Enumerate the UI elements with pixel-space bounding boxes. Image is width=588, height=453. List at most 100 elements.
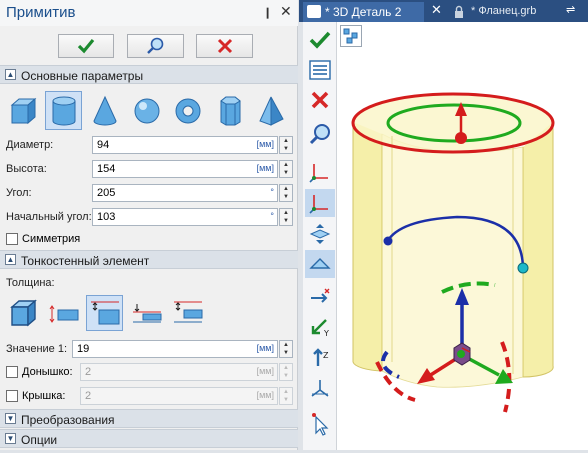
- lid-checkbox[interactable]: [6, 390, 18, 402]
- cancel-button[interactable]: [196, 34, 253, 58]
- check-icon: [77, 38, 95, 54]
- section-basic-params[interactable]: ▲ Основные параметры: [0, 65, 298, 84]
- diameter-spinner[interactable]: ▲ ▼: [279, 136, 293, 154]
- tool-axes-button[interactable]: [305, 374, 335, 402]
- section-basic-label: Основные параметры: [21, 69, 144, 83]
- height-value: 154: [97, 163, 116, 175]
- lid-value: 2: [85, 390, 92, 402]
- start-angle-field[interactable]: 103 °: [92, 208, 278, 226]
- collapse-icon: ▲: [5, 254, 16, 265]
- section-options-label: Опции: [21, 433, 58, 447]
- primitive-panel: Примитив ❙ ✕ ▲ Основные параметры Диамет…: [0, 0, 298, 450]
- close-panel-button[interactable]: ✕: [280, 3, 292, 20]
- height-label: Высота:: [6, 163, 47, 175]
- tool-plane-button[interactable]: [305, 250, 335, 278]
- tool-plane-up-button[interactable]: [305, 220, 335, 248]
- svg-text:Z: Z: [323, 351, 329, 360]
- 3d-scene[interactable]: [337, 22, 588, 450]
- cylinder-icon: [52, 96, 75, 125]
- check-icon: [309, 31, 331, 49]
- tool-axis-z-button[interactable]: Z: [305, 344, 335, 372]
- section-options[interactable]: ▼ Опции: [0, 429, 298, 448]
- lid-field: 2 [мм]: [80, 387, 278, 405]
- preview-button[interactable]: [127, 34, 184, 58]
- shape-prism-button[interactable]: [211, 91, 248, 130]
- tool-lcs-selected-button[interactable]: [305, 189, 335, 217]
- preview-magnifier-icon: [309, 124, 330, 145]
- thickness-none-button[interactable]: [4, 295, 41, 331]
- bottom-field: 2 [мм]: [80, 363, 278, 381]
- axis-y-icon: Y: [311, 319, 329, 338]
- height-field[interactable]: 154 [мм]: [92, 160, 278, 178]
- coordinate-system-icon: [309, 164, 328, 183]
- height-spinner[interactable]: ▲ ▼: [279, 160, 293, 178]
- tab-3d-part-label: * 3D Деталь 2: [325, 5, 402, 19]
- thickness-middle-button[interactable]: [169, 295, 206, 331]
- panel-header: Примитив ❙ ✕: [0, 0, 298, 26]
- thickness-both-button[interactable]: [45, 295, 82, 331]
- start-angle-label: Начальный угол:: [6, 211, 92, 223]
- symmetry-checkbox[interactable]: [6, 233, 18, 245]
- start-angle-spinner[interactable]: ▲ ▼: [279, 208, 293, 226]
- tool-preview-button[interactable]: [305, 120, 335, 148]
- shape-cone-button[interactable]: [86, 91, 123, 130]
- shape-sphere-button[interactable]: [128, 91, 165, 130]
- axis-x-icon: [311, 288, 330, 303]
- tab-flange[interactable]: * Фланец.grb: [449, 2, 564, 22]
- angle-field[interactable]: 205 °: [92, 184, 278, 202]
- solid-box-icon: [9, 299, 37, 327]
- ok-button[interactable]: [58, 34, 114, 58]
- shape-torus-button[interactable]: [169, 91, 206, 130]
- diameter-label: Диаметр:: [6, 139, 54, 151]
- tool-axis-x-button[interactable]: [305, 284, 335, 312]
- 3d-viewport[interactable]: [337, 22, 588, 450]
- angle-spinner[interactable]: ▲ ▼: [279, 184, 293, 202]
- diameter-field[interactable]: 94 [мм]: [92, 136, 278, 154]
- thickness-outside-icon: [132, 304, 161, 323]
- tab-3d-part[interactable]: * 3D Деталь 2: [303, 2, 424, 22]
- thickness-middle-icon: [173, 301, 202, 323]
- diameter-value: 94: [97, 139, 110, 151]
- height-unit: [мм]: [256, 163, 274, 173]
- expand-icon: ▼: [5, 433, 16, 444]
- cancel-x-icon: [311, 91, 329, 109]
- bottom-value: 2: [85, 366, 92, 378]
- plane-icon: [309, 258, 331, 269]
- pyramid-icon: [258, 96, 284, 126]
- part-document-icon: [307, 5, 321, 18]
- cursor-arrow-icon: [312, 413, 329, 436]
- thickness-outside-button[interactable]: [128, 295, 165, 331]
- value1-spinner[interactable]: ▲ ▼: [279, 340, 293, 358]
- tool-ok-button[interactable]: [305, 26, 335, 54]
- bottom-label: Донышко:: [22, 366, 73, 378]
- tool-select-button[interactable]: [305, 410, 335, 438]
- viewport-filter-button[interactable]: [340, 25, 362, 47]
- pin-icon[interactable]: ❙: [263, 6, 272, 19]
- shape-pyramid-button[interactable]: [252, 91, 289, 130]
- bottom-checkbox[interactable]: [6, 366, 18, 378]
- tool-lcs-button[interactable]: [305, 158, 335, 186]
- close-tab-button[interactable]: ✕: [431, 2, 442, 18]
- shape-cylinder-button[interactable]: [45, 91, 82, 130]
- symmetry-label: Симметрия: [22, 233, 81, 245]
- section-transform[interactable]: ▼ Преобразования: [0, 409, 298, 428]
- expand-icon: ▼: [5, 413, 16, 424]
- axes-triad-icon: [311, 380, 329, 397]
- value1-unit: [мм]: [256, 343, 274, 353]
- lid-spinner: ▲ ▼: [279, 387, 293, 405]
- box-icon: [10, 97, 36, 124]
- value1-field[interactable]: 19 [мм]: [72, 340, 278, 358]
- tool-axis-y-button[interactable]: Y: [305, 314, 335, 342]
- coordinate-system-icon: [309, 195, 328, 214]
- properties-list-icon: [309, 60, 331, 80]
- tool-properties-button[interactable]: [305, 56, 335, 84]
- thickness-inside-button[interactable]: [86, 295, 123, 331]
- tab-overflow-icon[interactable]: ⇌: [566, 3, 575, 16]
- section-thin-wall[interactable]: ▲ Тонкостенный элемент: [0, 250, 298, 269]
- angle-label: Угол:: [6, 187, 32, 199]
- tool-cancel-button[interactable]: [305, 86, 335, 114]
- value1-label: Значение 1:: [6, 343, 68, 355]
- lid-label: Крышка:: [22, 390, 66, 402]
- shape-box-button[interactable]: [4, 91, 41, 130]
- thickness-both-sides-icon: [49, 305, 78, 323]
